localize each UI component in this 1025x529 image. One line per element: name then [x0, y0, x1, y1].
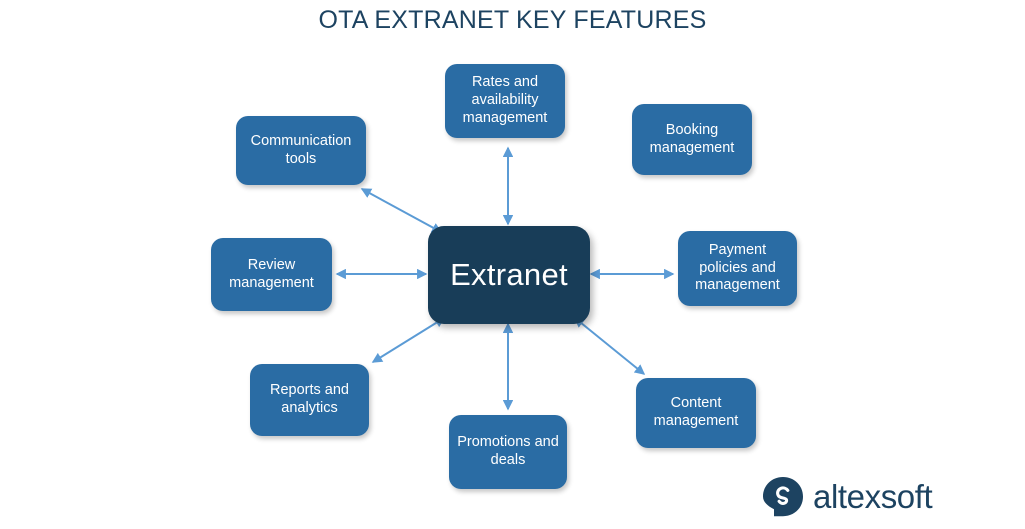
- node-payment-policies-and-management-label: Payment policies and management: [695, 241, 780, 294]
- node-content-management-label: Content management: [653, 395, 739, 429]
- node-review-management-label: Review management: [229, 256, 314, 291]
- node-review-management[interactable]: Review management: [211, 238, 332, 311]
- node-rates-and-availability-management[interactable]: Rates and availability management: [445, 64, 565, 138]
- altexsoft-mark-icon: [762, 476, 804, 518]
- node-booking-management[interactable]: Booking management: [632, 104, 752, 175]
- node-rates-and-availability-management-label: Rates and availability management: [462, 74, 548, 126]
- node-communication-tools[interactable]: Communication tools: [236, 116, 366, 185]
- diagram-canvas: OTA EXTRANET KEY FEATURES Extranet Rates…: [0, 0, 1025, 529]
- connector-content: [573, 317, 646, 375]
- connector-reports: [371, 317, 446, 363]
- node-payment-policies-and-management[interactable]: Payment policies and management: [678, 231, 797, 306]
- brand-name: altexsoft: [813, 477, 933, 515]
- node-extranet[interactable]: Extranet: [428, 226, 590, 324]
- node-promotions-and-deals[interactable]: Promotions and deals: [449, 415, 567, 489]
- page-title: OTA EXTRANET KEY FEATURES: [318, 6, 707, 34]
- node-extranet-label: Extranet: [450, 257, 568, 293]
- node-reports-and-analytics[interactable]: Reports and analytics: [250, 364, 369, 436]
- node-content-management[interactable]: Content management: [636, 378, 756, 448]
- node-booking-management-label: Booking management: [649, 121, 735, 156]
- node-promotions-and-deals-label: Promotions and deals: [457, 434, 559, 468]
- connector-communication: [360, 188, 443, 233]
- brand-logo: altexsoft: [762, 476, 933, 518]
- node-communication-tools-label: Communication tools: [250, 132, 352, 167]
- node-reports-and-analytics-label: Reports and analytics: [270, 382, 349, 416]
